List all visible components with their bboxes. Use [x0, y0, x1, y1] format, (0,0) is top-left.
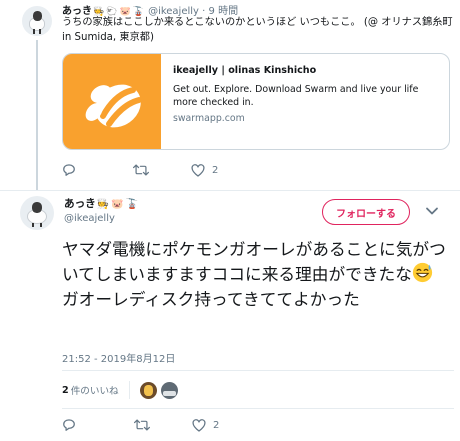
sheep-leg — [39, 222, 42, 228]
chef-emoji: 🧑‍🍳 — [96, 199, 110, 210]
reply-button[interactable] — [62, 162, 83, 178]
pig-emoji: 🐷 — [111, 199, 124, 210]
reply-icon — [63, 419, 75, 431]
user-name[interactable]: あっき — [64, 198, 96, 210]
actions-divider — [62, 408, 454, 409]
user-handle[interactable]: @ikeajelly — [64, 213, 115, 224]
liker-avatar[interactable] — [139, 381, 157, 399]
tweet-text-part1: ヤマダ電機にポケモンガオーレがあることに気がついてしまいますますココに来る理由が… — [62, 239, 446, 284]
user-name-row[interactable]: あっき🧑‍🍳 🐷 🚡 — [64, 196, 139, 211]
thread-line — [36, 40, 38, 190]
swarm-bee-logo-icon — [85, 84, 142, 128]
like-count: 2 — [212, 164, 219, 176]
retweet-icon — [134, 419, 150, 431]
like-button[interactable]: 2 — [192, 417, 219, 433]
tweet-actions: 2 — [62, 162, 262, 178]
cable-car-emoji: 🚡 — [125, 199, 139, 210]
likes-stat[interactable]: 2 件のいいね — [62, 380, 182, 400]
retweet-button[interactable] — [133, 162, 156, 178]
card-title: ikeajelly | olinas Kinshicho — [173, 65, 317, 76]
like-count: 2 — [213, 419, 220, 431]
sheep-leg — [39, 29, 42, 34]
tweet-divider — [0, 190, 460, 191]
stats-separator — [128, 381, 130, 399]
parent-tweet[interactable]: あっき🧑‍🍳 🐑 🐷 🚡 @ikeajelly · 9 時間 うちの家族はここしか来る… — [0, 0, 460, 190]
tweet-text: うちの家族はここしか来るとこないのかというほど いつもここ。 (@ オリナス錦糸… — [62, 17, 453, 43]
sheep-leg — [32, 222, 35, 228]
grinning-sweat-emoji-icon — [412, 262, 433, 283]
likes-label: 件のいいね — [70, 386, 119, 397]
avatar[interactable] — [20, 196, 54, 230]
card-description: Get out. Explore. Download Swarm and liv… — [173, 84, 419, 108]
sheep-head — [32, 11, 42, 21]
tweet-actions: 2 — [62, 417, 282, 433]
tweet-timestamp[interactable]: 21:52 - 2019年8月12日 — [62, 350, 175, 365]
likes-count: 2 — [62, 384, 69, 396]
avatar[interactable] — [22, 6, 52, 36]
stats-divider — [62, 370, 454, 371]
tweet-text: ヤマダ電機にポケモンガオーレがあることに気がついてしまいますますココに来る理由が… — [62, 237, 448, 312]
card-image — [63, 54, 161, 149]
sheep-head — [31, 202, 43, 213]
reply-button[interactable] — [62, 417, 83, 433]
link-card[interactable]: ikeajelly | olinas Kinshicho Get out. Ex… — [62, 53, 450, 150]
reply-icon — [63, 164, 75, 176]
heart-icon — [192, 418, 206, 432]
liker-avatar[interactable] — [160, 381, 178, 399]
tweet-text-part2: ガオーレディスク持ってきててよかった — [62, 289, 360, 309]
sheep-leg — [32, 29, 35, 34]
card-domain: swarmapp.com — [173, 113, 245, 124]
follow-button[interactable]: フォローする — [322, 199, 410, 225]
retweet-icon — [133, 164, 149, 176]
retweet-button[interactable] — [134, 417, 157, 433]
like-button[interactable]: 2 — [191, 162, 218, 178]
chevron-down-icon[interactable] — [425, 206, 439, 216]
heart-icon — [191, 163, 205, 177]
